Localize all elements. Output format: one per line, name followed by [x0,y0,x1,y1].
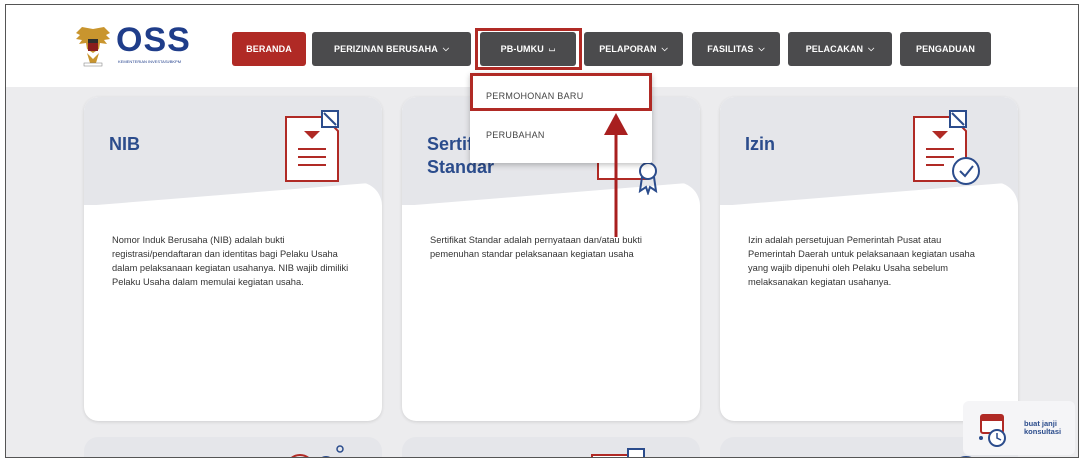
document-check-icon [913,110,980,185]
document-icon [285,110,339,182]
nav-pelacakan[interactable]: PELACAKAN ⌵ [788,32,892,66]
browser-frame: OSS KEMENTERIAN INVESTASI/BKPM BERANDA P… [5,4,1079,458]
nav-pelaporan-label: PELAPORAN [599,44,657,54]
nav-fasilitas-label: FASILITAS [707,44,754,54]
consult-label: buat janji konsultasi [1024,419,1062,436]
oss-wordmark: OSS [116,21,191,59]
card-title: NIB [109,134,140,154]
nav-beranda-label: BERANDA [246,44,292,54]
card-description: Izin adalah persetujuan Pemerintah Pusat… [748,235,975,287]
card-bottom-2[interactable] [402,437,700,457]
card-description: Nomor Induk Berusaha (NIB) adalah bukti … [112,235,349,287]
oss-logo[interactable]: OSS KEMENTERIAN INVESTASI/BKPM [74,21,214,71]
nav-perizinan-label: PERIZINAN BERUSAHA [334,44,438,54]
card-nib[interactable]: NIB Nomor Induk Berusaha (NIB) adalah bu… [84,97,382,421]
card-bottom-icon [291,445,344,457]
nav-fasilitas[interactable]: FASILITAS ⌵ [692,32,780,66]
annotation-arrow-icon [604,113,628,237]
nav-pelaporan[interactable]: PELAPORAN ⌵ [584,32,683,66]
oss-subtitle: KEMENTERIAN INVESTASI/BKPM [118,59,182,64]
card-bottom-1[interactable] [84,437,382,457]
chevron-down-icon: ⌵ [442,44,449,53]
nav-pengaduan[interactable]: PENGADUAN [900,32,991,66]
nav-pelacakan-label: PELACAKAN [805,44,864,54]
highlight-pb-umku [475,28,582,70]
nav-pengaduan-label: PENGADUAN [916,44,975,54]
chevron-down-icon: ⌵ [868,44,875,53]
chevron-down-icon: ⌵ [758,44,765,53]
card-bottom-icon [591,448,645,457]
garuda-emblem-icon [76,27,110,67]
card-title: Izin [745,134,775,154]
menu-item-perubahan[interactable]: PERUBAHAN [486,130,545,140]
chevron-down-icon: ⌵ [661,44,668,53]
nav-beranda[interactable]: BERANDA [232,32,306,66]
calendar-clock-icon [979,414,1006,447]
highlight-permohonan-baru [470,73,652,111]
consult-widget[interactable]: buat janji konsultasi [963,401,1075,455]
nav-perizinan-berusaha[interactable]: PERIZINAN BERUSAHA ⌵ [312,32,471,66]
card-izin[interactable]: Izin Izin adalah persetujuan Pemerintah … [720,97,1018,421]
